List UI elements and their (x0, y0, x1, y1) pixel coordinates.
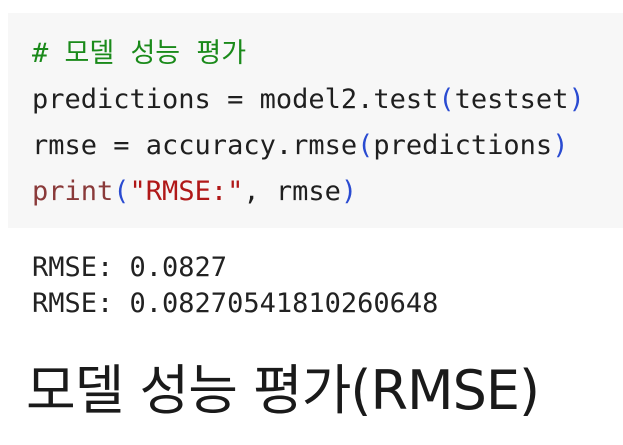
code-close-paren: ) (552, 130, 569, 161)
code-print-args: , rmse (243, 176, 341, 207)
code-line-predictions: predictions = model2.test(testset) (32, 77, 585, 123)
code-close-paren: ) (340, 176, 358, 207)
code-cell[interactable]: # 모델 성능 평가 predictions = model2.test(tes… (8, 13, 623, 228)
code-open-paren: ( (357, 130, 374, 161)
code-line-print: print("RMSE:", rmse) (32, 169, 585, 215)
code-line-comment: # 모델 성능 평가 (32, 31, 585, 77)
code-comment: # 모델 성능 평가 (32, 38, 247, 69)
code-arg-testset: testset (454, 84, 569, 115)
output-line-rounded: RMSE: 0.0827 (32, 252, 228, 283)
code-line-rmse: rmse = accuracy.rmse(predictions) (32, 123, 585, 169)
code-predictions-call: predictions = model2.test (32, 84, 439, 115)
code-open-paren: ( (113, 176, 130, 207)
output-line-full: RMSE: 0.08270541810260648 (32, 288, 439, 319)
code-rmse-call: rmse = accuracy.rmse (32, 130, 358, 161)
cell-output: RMSE: 0.0827 RMSE: 0.08270541810260648 (32, 250, 438, 322)
code-arg-predictions: predictions (373, 130, 553, 161)
code-editor[interactable]: # 모델 성능 평가 predictions = model2.test(tes… (32, 31, 585, 215)
code-close-paren: ) (568, 84, 585, 115)
code-builtin-print: print (32, 176, 114, 207)
code-string-rmse: "RMSE:" (129, 176, 244, 207)
code-open-paren: ( (438, 84, 455, 115)
section-heading: 모델 성능 평가(RMSE) (26, 359, 540, 422)
